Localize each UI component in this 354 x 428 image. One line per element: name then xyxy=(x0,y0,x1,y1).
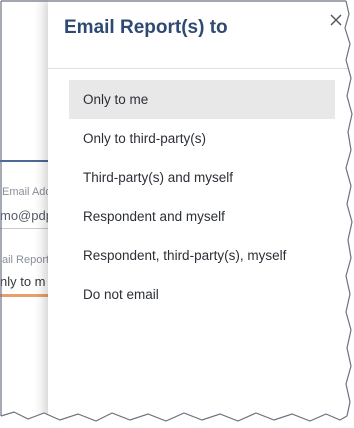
close-button[interactable] xyxy=(326,10,346,30)
email-address-field[interactable]: mo@pdp xyxy=(0,208,53,223)
option-do-not-email[interactable]: Do not email xyxy=(69,275,335,314)
option-respondent-and-myself[interactable]: Respondent and myself xyxy=(69,197,335,236)
email-report-panel: Email Report(s) to Only to me Only to th… xyxy=(48,0,354,428)
option-only-to-third-party[interactable]: Only to third-party(s) xyxy=(69,119,335,158)
close-icon xyxy=(330,14,342,26)
panel-title: Email Report(s) to xyxy=(64,17,228,38)
email-report-label: ail Report xyxy=(2,254,50,266)
option-third-party-and-myself[interactable]: Third-party(s) and myself xyxy=(69,158,335,197)
report-options-list: Only to me Only to third-party(s) Third-… xyxy=(69,80,335,314)
option-respondent-third-party-myself[interactable]: Respondent, third-party(s), myself xyxy=(69,236,335,275)
panel-header: Email Report(s) to xyxy=(48,0,354,69)
screenshot-stage: Email Add mo@pdp ail Report nly to m Ema… xyxy=(0,0,354,428)
email-address-label: Email Add xyxy=(2,186,52,198)
email-report-field[interactable]: nly to m xyxy=(0,274,46,289)
option-only-to-me[interactable]: Only to me xyxy=(69,80,335,119)
